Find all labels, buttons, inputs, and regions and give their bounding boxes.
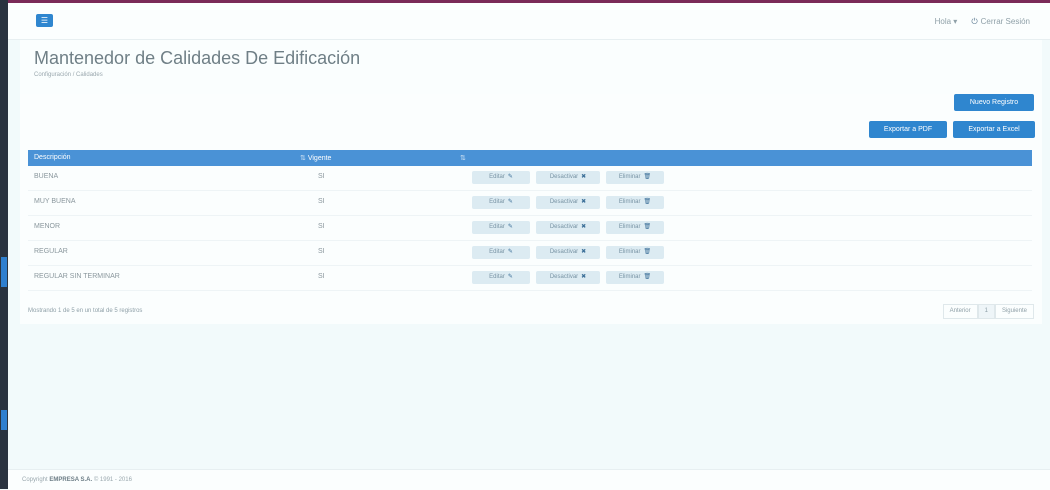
trash-icon: 🗑 (643, 274, 652, 280)
new-record-button[interactable]: Nuevo Registro (954, 94, 1034, 111)
records-table: Descripción ⇅ Vigente ⇅ BUENA SI Editar ✎… (28, 150, 1032, 291)
pencil-icon: ✎ (507, 199, 513, 205)
cell-description: REGULAR (34, 248, 68, 255)
cell-description: MENOR (34, 223, 61, 230)
disable-button[interactable]: Desactivar ✖ (536, 171, 600, 184)
sidebar (0, 0, 8, 489)
menu-toggle-button[interactable]: ☰ (36, 14, 53, 27)
delete-button[interactable]: Eliminar 🗑 (606, 221, 664, 234)
disable-button[interactable]: Desactivar ✖ (536, 196, 600, 209)
pencil-icon: ✎ (507, 174, 513, 180)
column-header-actions[interactable]: ⇅ (456, 154, 466, 162)
pencil-icon: ✎ (507, 249, 513, 255)
edit-button[interactable]: Editar ✎ (472, 171, 530, 184)
delete-button[interactable]: Eliminar 🗑 (606, 171, 664, 184)
trash-icon: 🗑 (643, 174, 652, 180)
cell-vigente: SI (318, 198, 325, 205)
top-header: ☰ Hola ▾ ⏻ Cerrar Sesión (8, 3, 1050, 40)
pager-next[interactable]: Siguiente (994, 304, 1034, 319)
close-icon: ✖ (581, 199, 587, 205)
page-title: Mantenedor de Calidades De Edificación (34, 48, 361, 68)
table-row: MUY BUENA SI Editar ✎ Desactivar ✖ Elimina… (28, 191, 1032, 216)
pencil-icon: ✎ (507, 224, 513, 230)
close-icon: ✖ (581, 249, 587, 255)
cell-vigente: SI (318, 173, 325, 180)
close-icon: ✖ (581, 274, 587, 280)
column-header-description[interactable]: Descripción (34, 154, 71, 161)
edit-button[interactable]: Editar ✎ (472, 246, 530, 259)
table-row: REGULAR SIN TERMINAR SI Editar ✎ Desactiv… (28, 266, 1032, 291)
main-content: Nuevo Registro Exportar a PDF Exportar a… (20, 94, 1042, 324)
sort-icon: ⇅ (460, 155, 466, 162)
cell-description: MUY BUENA (34, 198, 76, 205)
user-label: Hola (934, 17, 952, 26)
pencil-icon: ✎ (507, 274, 513, 280)
user-menu[interactable]: Hola ▾ (935, 17, 958, 27)
sidebar-accent (1, 257, 7, 287)
disable-button[interactable]: Desactivar ✖ (536, 221, 600, 234)
cell-vigente: SI (318, 248, 325, 255)
company-name: EMPRESA S.A. (49, 477, 93, 483)
delete-button[interactable]: Eliminar 🗑 (606, 271, 664, 284)
cell-description: BUENA (34, 173, 59, 180)
cell-vigente: SI (318, 273, 325, 280)
trash-icon: 🗑 (643, 224, 652, 230)
breadcrumb: Configuración / Calidades (34, 72, 103, 78)
trash-icon: 🗑 (643, 249, 652, 255)
sort-icon: ⇅ (300, 155, 306, 162)
bars-icon: ☰ (40, 16, 49, 25)
table-info: Mostrando 1 de 5 en un total de 5 regist… (28, 308, 143, 314)
export-excel-button[interactable]: Exportar a Excel (953, 121, 1035, 138)
close-icon: ✖ (581, 174, 587, 180)
edit-button[interactable]: Editar ✎ (472, 196, 530, 209)
column-header-vigente[interactable]: ⇅ Vigente (296, 154, 331, 162)
close-icon: ✖ (581, 224, 587, 230)
pager-prev[interactable]: Anterior (942, 304, 978, 319)
edit-button[interactable]: Editar ✎ (472, 221, 530, 234)
cell-description: REGULAR SIN TERMINAR (34, 273, 120, 280)
table-row: MENOR SI Editar ✎ Desactivar ✖ Eliminar 🗑 (28, 216, 1032, 241)
user-area: Hola ▾ ⏻ Cerrar Sesión (935, 17, 1030, 27)
table-header: Descripción ⇅ Vigente ⇅ (28, 150, 1032, 166)
pagination: Anterior 1 Siguiente (942, 304, 1034, 319)
export-pdf-button[interactable]: Exportar a PDF (869, 121, 947, 138)
copyright: Copyright EMPRESA S.A. © 1991 - 2016 (22, 477, 132, 483)
trash-icon: 🗑 (643, 199, 652, 205)
logout-link[interactable]: ⏻ Cerrar Sesión (971, 17, 1030, 27)
logout-label: Cerrar Sesión (980, 17, 1030, 26)
sidebar-accent (1, 410, 7, 430)
disable-button[interactable]: Desactivar ✖ (536, 271, 600, 284)
title-panel: Mantenedor de Calidades De Edificación C… (20, 40, 1042, 94)
page-footer: Copyright EMPRESA S.A. © 1991 - 2016 (8, 469, 1050, 490)
cell-vigente: SI (318, 223, 325, 230)
disable-button[interactable]: Desactivar ✖ (536, 246, 600, 259)
delete-button[interactable]: Eliminar 🗑 (606, 196, 664, 209)
delete-button[interactable]: Eliminar 🗑 (606, 246, 664, 259)
pager-page[interactable]: 1 (977, 304, 995, 319)
table-row: BUENA SI Editar ✎ Desactivar ✖ Eliminar 🗑 (28, 166, 1032, 191)
edit-button[interactable]: Editar ✎ (472, 271, 530, 284)
power-icon: ⏻ (971, 17, 978, 26)
table-row: REGULAR SI Editar ✎ Desactivar ✖ Eliminar 🗑 (28, 241, 1032, 266)
